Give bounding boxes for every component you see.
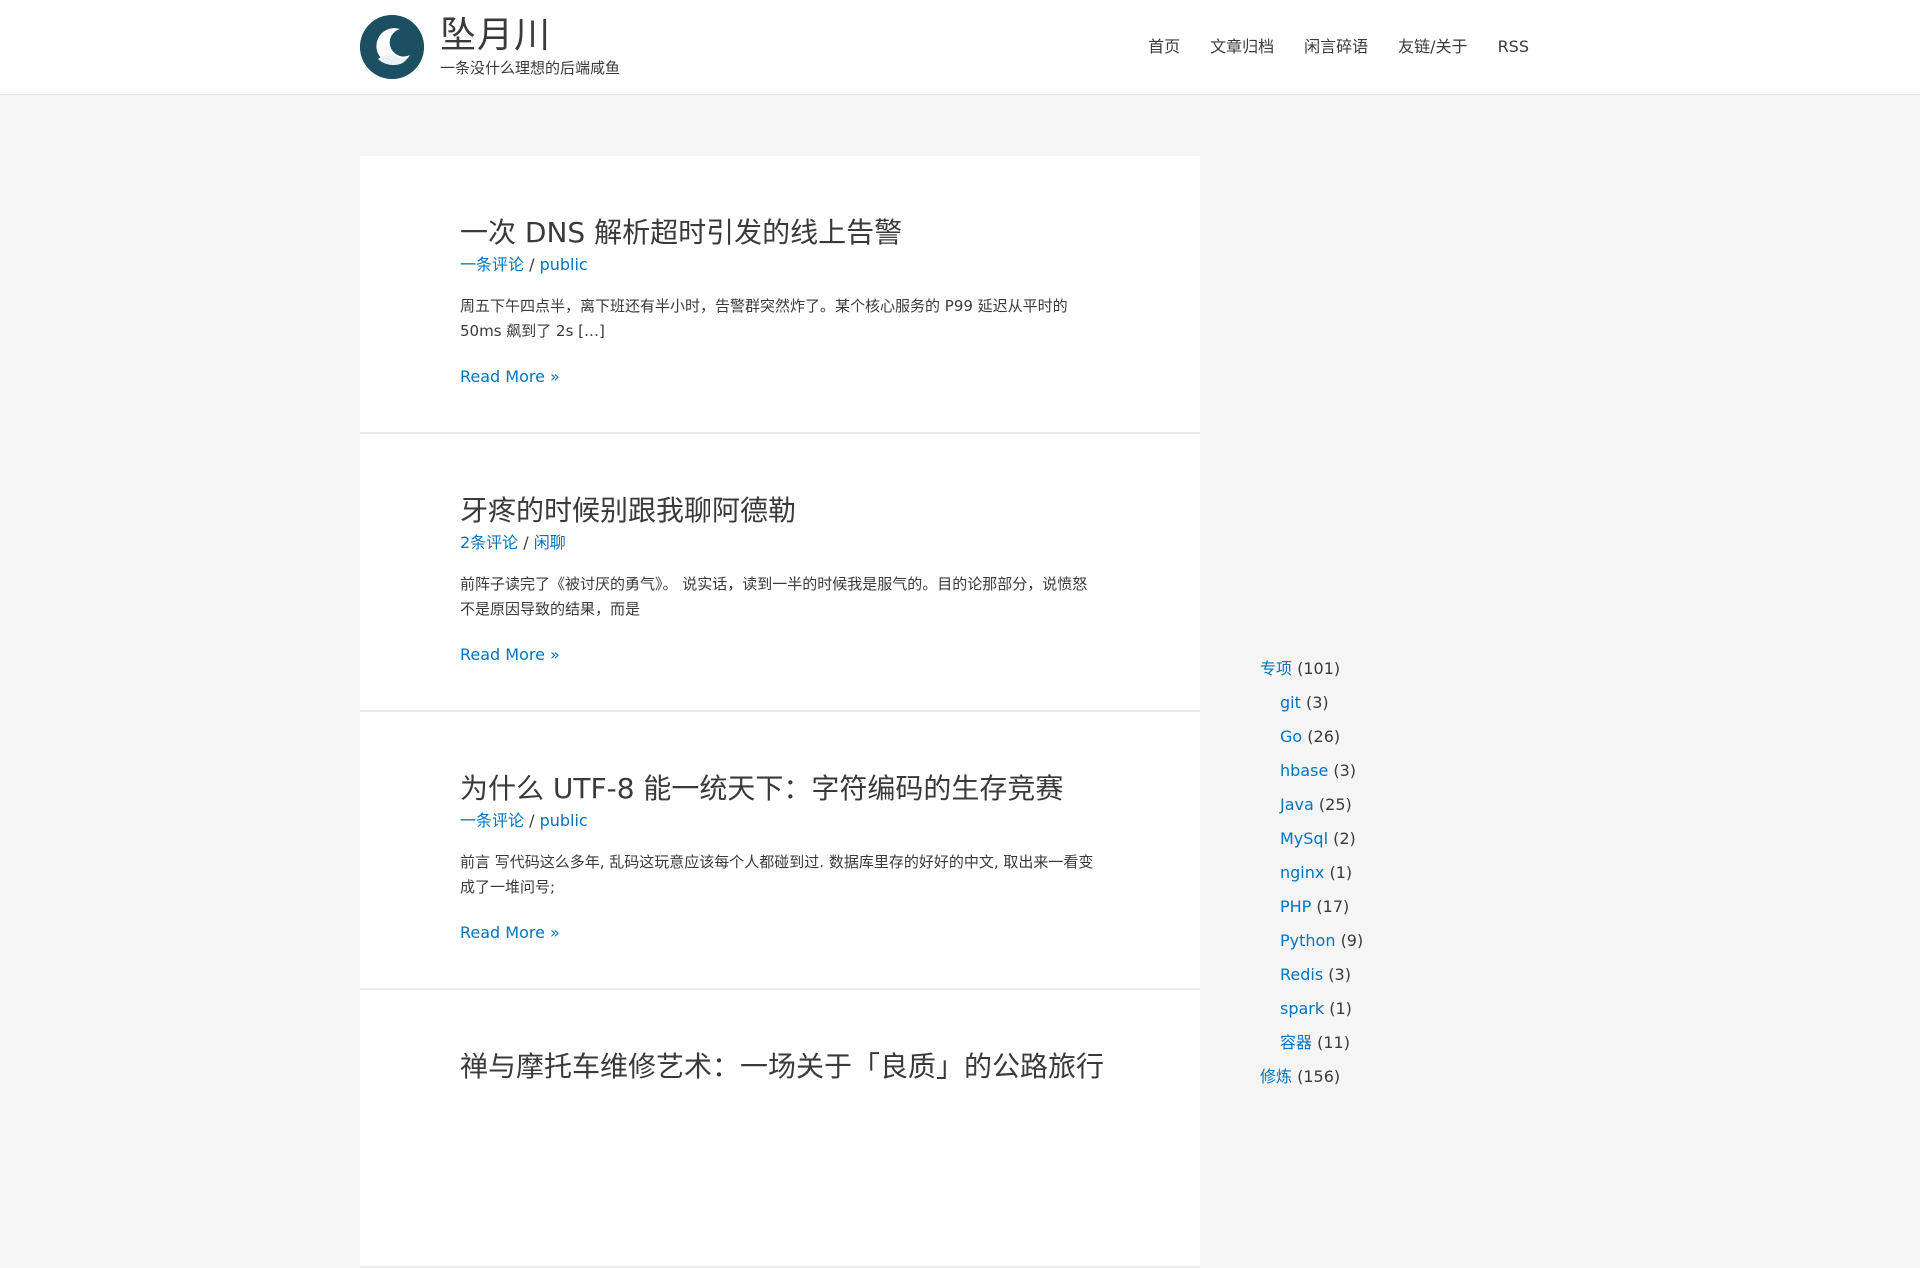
- category-count: (9): [1340, 931, 1364, 950]
- category-count: (1): [1329, 999, 1352, 1018]
- category-link[interactable]: 容器: [1280, 1033, 1312, 1052]
- category-count: (2): [1333, 829, 1356, 848]
- category-count: (11): [1317, 1033, 1350, 1052]
- category-item: 修炼 (156): [1260, 1060, 1560, 1094]
- category-link[interactable]: nginx: [1280, 863, 1324, 882]
- category-count: (101): [1297, 659, 1341, 678]
- post-meta: 一条评论 / public: [460, 254, 588, 276]
- post-category-link[interactable]: public: [540, 255, 588, 274]
- site-header: 坠月川 一条没什么理想的后端咸鱼 首页 文章归档 闲言碎语 友链/关于 RSS: [0, 0, 1920, 95]
- category-link[interactable]: 修炼: [1260, 1067, 1292, 1086]
- read-more-link[interactable]: Read More »: [460, 366, 560, 388]
- category-link[interactable]: MySql: [1280, 829, 1328, 848]
- category-count: (26): [1307, 727, 1341, 746]
- post-excerpt: 前言 写代码这么多年, 乱码这玩意应该每个人都碰到过. 数据库里存的好好的中文,…: [460, 853, 1094, 896]
- category-link[interactable]: Java: [1280, 795, 1314, 814]
- read-more-link[interactable]: Read More »: [460, 644, 560, 666]
- site-logo[interactable]: [360, 15, 424, 79]
- read-more-link[interactable]: Read More »: [460, 922, 560, 944]
- category-link[interactable]: hbase: [1280, 761, 1328, 780]
- category-count: (25): [1318, 795, 1352, 814]
- category-sidebar: 专项 (101) git (3) Go (26) hbase (3) Java …: [1260, 652, 1560, 1094]
- category-item: git (3): [1260, 686, 1560, 720]
- category-item: spark (1): [1260, 992, 1560, 1026]
- post-title[interactable]: 牙疼的时候别跟我聊阿德勒: [460, 492, 796, 530]
- site-title[interactable]: 坠月川: [440, 14, 551, 58]
- post-category-link[interactable]: 闲聊: [534, 533, 566, 552]
- post-meta: 一条评论 / public: [460, 810, 588, 832]
- category-item: MySql (2): [1260, 822, 1560, 856]
- post-meta: 2条评论 / 闲聊: [460, 532, 566, 554]
- category-count: (3): [1328, 965, 1351, 984]
- category-count: (156): [1297, 1067, 1341, 1086]
- nav-item-notes[interactable]: 闲言碎语: [1289, 33, 1383, 61]
- category-item: Java (25): [1260, 788, 1560, 822]
- post-comments-link[interactable]: 一条评论: [460, 255, 524, 274]
- category-item: hbase (3): [1260, 754, 1560, 788]
- post-excerpt: 周五下午四点半，离下班还有半小时，告警群突然炸了。某个核心服务的 P99 延迟从…: [460, 297, 1068, 340]
- category-item: PHP (17): [1260, 890, 1560, 924]
- nav-item-home[interactable]: 首页: [1133, 33, 1195, 61]
- main-nav: 首页 文章归档 闲言碎语 友链/关于 RSS: [1133, 33, 1544, 61]
- category-item: Python (9): [1260, 924, 1560, 958]
- category-item: Redis (3): [1260, 958, 1560, 992]
- nav-item-archive[interactable]: 文章归档: [1195, 33, 1289, 61]
- post-title[interactable]: 一次 DNS 解析超时引发的线上告警: [460, 214, 902, 252]
- post-title[interactable]: 禅与摩托车维修艺术：一场关于「良质」的公路旅行: [460, 1048, 1104, 1086]
- post-card: 牙疼的时候别跟我聊阿德勒 2条评论 / 闲聊 前阵子读完了《被讨厌的勇气》。 说…: [360, 434, 1200, 712]
- category-link[interactable]: git: [1280, 693, 1301, 712]
- category-link[interactable]: spark: [1280, 999, 1324, 1018]
- moon-logo-icon: [360, 15, 424, 79]
- category-count: (17): [1316, 897, 1350, 916]
- category-link[interactable]: PHP: [1280, 897, 1311, 916]
- post-card: 一次 DNS 解析超时引发的线上告警 一条评论 / public 周五下午四点半…: [360, 156, 1200, 434]
- nav-item-links-about[interactable]: 友链/关于: [1383, 33, 1482, 61]
- category-count: (1): [1329, 863, 1353, 882]
- category-count: (3): [1305, 693, 1329, 712]
- category-link[interactable]: Go: [1280, 727, 1302, 746]
- meta-separator: /: [518, 533, 534, 552]
- category-link[interactable]: Python: [1280, 931, 1335, 950]
- post-comments-link[interactable]: 一条评论: [460, 811, 524, 830]
- category-link[interactable]: 专项: [1260, 659, 1292, 678]
- post-title[interactable]: 为什么 UTF-8 能一统天下：字符编码的生存竞赛: [460, 770, 1063, 808]
- nav-item-rss[interactable]: RSS: [1483, 33, 1544, 61]
- post-excerpt: 前阵子读完了《被讨厌的勇气》。 说实话，读到一半的时候我是服气的。目的论那部分，…: [460, 575, 1088, 618]
- post-card: 为什么 UTF-8 能一统天下：字符编码的生存竞赛 一条评论 / public …: [360, 712, 1200, 990]
- meta-separator: /: [524, 255, 540, 274]
- category-link[interactable]: Redis: [1280, 965, 1323, 984]
- post-list: 一次 DNS 解析超时引发的线上告警 一条评论 / public 周五下午四点半…: [360, 156, 1200, 1268]
- post-card: 禅与摩托车维修艺术：一场关于「良质」的公路旅行: [360, 990, 1200, 1268]
- post-comments-link[interactable]: 2条评论: [460, 533, 518, 552]
- category-item: 容器 (11): [1260, 1026, 1560, 1060]
- post-category-link[interactable]: public: [540, 811, 588, 830]
- meta-separator: /: [524, 811, 540, 830]
- category-item: nginx (1): [1260, 856, 1560, 890]
- site-tagline: 一条没什么理想的后端咸鱼: [440, 59, 621, 77]
- category-item: Go (26): [1260, 720, 1560, 754]
- category-item: 专项 (101): [1260, 652, 1560, 686]
- category-count: (3): [1333, 761, 1357, 780]
